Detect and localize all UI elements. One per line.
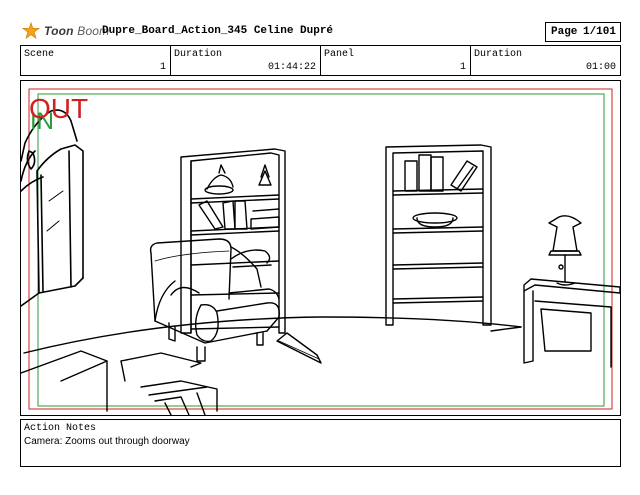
storyboard-drawing: IN OUT [21, 88, 620, 415]
camera-frame-in [37, 93, 605, 407]
app-logo: Toon Boom [22, 22, 109, 40]
floor-wedge [276, 332, 322, 364]
camera-out-label: OUT [29, 93, 88, 124]
panel-duration-label: Duration [474, 49, 523, 60]
armchair [149, 238, 280, 362]
scene-duration-value: 01:44:22 [267, 62, 316, 73]
panel-label: Panel [324, 49, 355, 60]
scene-value: 1 [159, 62, 166, 73]
scene-cell: Scene 1 [21, 46, 171, 75]
storyboard-panel[interactable]: IN OUT [20, 80, 621, 416]
page-number: 1/101 [582, 26, 616, 38]
toon-boom-logo-icon [22, 22, 40, 40]
panel-duration-cell: Duration 01:00 [471, 46, 620, 75]
panel-info-row: Scene 1 Duration 01:44:22 Panel 1 Durati… [20, 45, 621, 76]
side-table [523, 278, 620, 368]
window [21, 109, 84, 307]
scene-duration-cell: Duration 01:44:22 [171, 46, 321, 75]
action-notes-text: Camera: Zooms out through doorway [24, 436, 190, 447]
page-indicator: Page 1/101 [545, 22, 621, 42]
lamp [548, 215, 582, 286]
panel-cell: Panel 1 [321, 46, 471, 75]
scene-duration-label: Duration [174, 49, 223, 60]
scene-label: Scene [24, 49, 55, 60]
action-notes-label: Action Notes [24, 423, 97, 434]
floor-line [23, 316, 522, 354]
panel-duration-value: 01:00 [585, 62, 616, 73]
bookshelf-right [385, 144, 492, 326]
page-label: Page [551, 26, 578, 38]
action-notes[interactable]: Action Notes Camera: Zooms out through d… [20, 419, 621, 467]
document-title: Dupre_Board_Action_345 Celine Dupré [102, 25, 334, 37]
foreground-boxes [21, 350, 218, 415]
panel-value: 1 [459, 62, 466, 73]
logo-text: Toon Boom [44, 24, 110, 38]
